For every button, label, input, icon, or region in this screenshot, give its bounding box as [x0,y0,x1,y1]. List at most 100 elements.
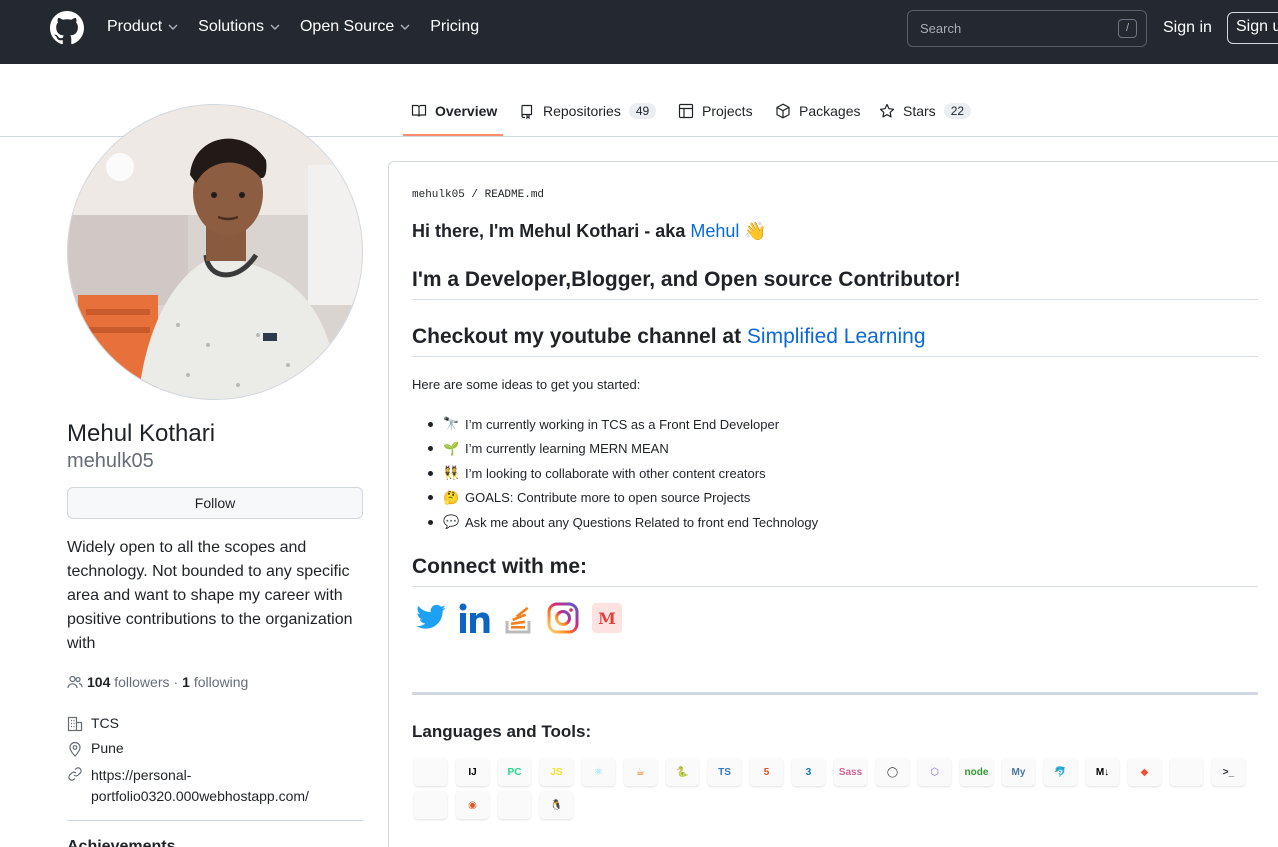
youtube-heading-text: Checkout my youtube channel at [412,325,747,348]
follow-button[interactable]: Follow [67,487,363,519]
list-item: 🤔 GOALS: Contribute more to open source P… [412,486,818,511]
followers-label: followers [114,674,170,690]
sign-up-button[interactable]: Sign up [1227,12,1278,44]
profile-bio: Widely open to all the scopes and techno… [67,539,353,652]
windows-icon[interactable] [414,791,447,819]
tab-overview[interactable]: Overview [411,103,497,119]
idea-text: GOALS: Contribute more to open source Pr… [465,490,751,506]
list-item: 🔭 I’m currently working in TCS as a Front… [412,412,818,437]
tab-stars-label: Stars [903,103,936,119]
readme-intro: Here are some ideas to get you started: [412,377,641,392]
idea-text: Ask me about any Questions Related to fr… [465,514,819,530]
readme-path[interactable]: mehulk05 / README.md [412,189,544,201]
avatar[interactable] [67,104,363,400]
macos-finder-icon[interactable] [498,791,531,819]
java-icon[interactable]: ☕ [624,758,657,786]
nav-open-source-label: Open Source [299,18,395,35]
idea-text: I’m looking to collaborate with other co… [465,465,766,481]
location-pin-icon [69,741,81,757]
bullet [428,519,433,525]
twitter-icon[interactable] [414,601,448,635]
idea-text: I’m currently learning MERN MEAN [465,441,669,457]
greeting-link[interactable]: Mehul [690,221,739,241]
sass-icon[interactable]: Sass [834,758,867,786]
youtube-channel-link[interactable]: Simplified Learning [747,325,926,348]
github-icon[interactable] [1170,758,1203,786]
social-links: M [414,601,634,635]
nav-pricing-label: Pricing [430,18,480,35]
linkedin-icon[interactable] [458,601,492,635]
website-detail: https://personal-portfolio0320.000webhos… [67,765,351,807]
nav-product-label: Product [107,18,163,35]
nav-solutions[interactable]: Solutions [198,18,281,36]
intellij-icon[interactable]: IJ [456,758,489,786]
search-box[interactable]: / [907,10,1147,47]
people-icon [67,675,83,689]
ionic-icon[interactable]: ◯ [876,758,909,786]
tab-repositories[interactable]: Repositories 49 [519,103,657,119]
terminal-icon[interactable]: >_ [1212,758,1245,786]
followers-link[interactable]: 104 followers [87,674,170,690]
tab-packages-label: Packages [799,103,861,119]
chevron-down-icon [168,24,178,30]
primary-nav: Product Solutions Open Source Pricing [107,18,498,36]
slash-shortcut-key: / [1118,19,1137,38]
mysql-icon[interactable]: My [1002,758,1035,786]
instagram-icon[interactable] [546,601,580,635]
tab-packages[interactable]: Packages [775,103,860,119]
readme-heading-languages: Languages and Tools: [412,722,592,741]
location-text: Pune [91,740,124,756]
ideas-list: 🔭 I’m currently working in TCS as a Front… [412,412,818,535]
website-link[interactable]: https://personal-portfolio0320.000webhos… [91,765,351,807]
section-divider [412,692,1258,695]
tab-projects-label: Projects [702,103,753,119]
company-text: TCS [91,715,119,731]
global-header: Product Solutions Open Source Pricing / … [0,0,1278,64]
bullet [428,421,433,427]
sign-in-link[interactable]: Sign in [1163,19,1212,37]
mariadb-icon[interactable]: 🐬 [1044,758,1077,786]
pycharm-icon[interactable]: PC [498,758,531,786]
idea-text: I’m currently working in TCS as a Front … [465,416,780,432]
javascript-icon[interactable]: JS [540,758,573,786]
stackoverflow-icon[interactable] [502,601,536,635]
typescript-icon[interactable]: TS [708,758,741,786]
python-icon[interactable]: 🐍 [666,758,699,786]
nav-product[interactable]: Product [107,18,179,36]
nav-open-source[interactable]: Open Source [300,18,411,36]
repo-icon [521,104,533,119]
profile-name: Mehul Kothari [67,420,216,447]
stars-count-badge: 22 [943,103,972,119]
search-input[interactable] [908,11,1108,46]
repositories-count-badge: 49 [628,103,657,119]
waving-hand-icon: 👋 [744,221,767,241]
star-icon [879,103,895,118]
css3-icon[interactable]: 3 [792,758,825,786]
organization-icon [67,716,83,732]
nav-pricing[interactable]: Pricing [430,18,479,36]
book-icon [411,104,427,117]
tab-projects[interactable]: Projects [678,103,753,119]
table-icon [678,103,694,119]
list-item: 👯 I’m looking to collaborate with other c… [412,461,818,486]
webpack-icon[interactable]: ⬡ [918,758,951,786]
ubuntu-icon[interactable]: ◉ [456,791,489,819]
thinking-face-icon: 🤔 [443,489,460,505]
medium-icon[interactable]: M [590,601,624,635]
nodejs-icon[interactable]: node [960,758,993,786]
linux-icon[interactable]: 🐧 [540,791,573,819]
company-detail: TCS [67,715,119,732]
list-item: 🌱 I’m currently learning MERN MEAN [412,437,818,462]
html5-icon[interactable]: 5 [750,758,783,786]
svg-text:M: M [598,609,616,628]
react-icon[interactable]: ⚛ [582,758,615,786]
bullet [428,470,433,476]
markdown-icon[interactable]: M↓ [1086,758,1119,786]
git-icon[interactable]: ◆ [1128,758,1161,786]
tab-stars[interactable]: Stars 22 [879,103,972,119]
readme-heading-connect: Connect with me: [412,555,1258,587]
following-link[interactable]: 1 following [182,674,248,690]
vscode-icon[interactable] [414,758,447,786]
followers-count: 104 [87,674,111,690]
github-logo-icon[interactable] [50,11,84,45]
